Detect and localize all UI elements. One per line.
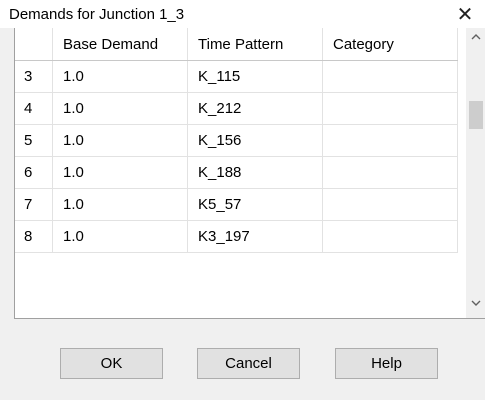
base-demand-cell[interactable]: 1.0: [52, 188, 188, 221]
table-row: 3 1.0 K_115: [15, 60, 458, 93]
category-cell[interactable]: [322, 188, 458, 221]
demands-grid: Base Demand Time Pattern Category 3 1.0 …: [14, 28, 485, 319]
window-title: Demands for Junction 1_3: [9, 6, 185, 23]
demands-table: Base Demand Time Pattern Category 3 1.0 …: [15, 28, 458, 253]
category-cell[interactable]: [322, 220, 458, 253]
vertical-scrollbar[interactable]: [466, 28, 485, 318]
title-bar: Demands for Junction 1_3 ✕: [0, 0, 485, 28]
row-index: 6: [15, 156, 53, 189]
category-cell[interactable]: [322, 92, 458, 125]
time-pattern-cell[interactable]: K_156: [187, 124, 323, 157]
chevron-up-icon[interactable]: [466, 30, 485, 50]
base-demand-cell[interactable]: 1.0: [52, 60, 188, 93]
row-index: 4: [15, 92, 53, 125]
base-demand-cell[interactable]: 1.0: [52, 156, 188, 189]
row-index: 5: [15, 124, 53, 157]
table-row: 5 1.0 K_156: [15, 124, 458, 157]
ok-button[interactable]: OK: [60, 348, 163, 379]
table-row: 8 1.0 K3_197: [15, 220, 458, 253]
scrollbar-thumb[interactable]: [469, 101, 483, 129]
row-index: 7: [15, 188, 53, 221]
table-row: 6 1.0 K_188: [15, 156, 458, 189]
table-header-row: Base Demand Time Pattern Category: [15, 28, 458, 61]
base-demand-cell[interactable]: 1.0: [52, 92, 188, 125]
chevron-down-icon[interactable]: [466, 296, 485, 316]
help-button[interactable]: Help: [335, 348, 438, 379]
base-demand-cell[interactable]: 1.0: [52, 220, 188, 253]
time-pattern-cell[interactable]: K_212: [187, 92, 323, 125]
row-index: 3: [15, 60, 53, 93]
column-header-time-pattern[interactable]: Time Pattern: [187, 28, 323, 61]
category-cell[interactable]: [322, 156, 458, 189]
row-index: 8: [15, 220, 53, 253]
category-cell[interactable]: [322, 124, 458, 157]
column-header-category[interactable]: Category: [322, 28, 458, 61]
time-pattern-cell[interactable]: K5_57: [187, 188, 323, 221]
category-cell[interactable]: [322, 60, 458, 93]
time-pattern-cell[interactable]: K_115: [187, 60, 323, 93]
column-header-index: [15, 28, 53, 61]
time-pattern-cell[interactable]: K3_197: [187, 220, 323, 253]
cancel-button[interactable]: Cancel: [197, 348, 300, 379]
table-row: 7 1.0 K5_57: [15, 188, 458, 221]
close-icon[interactable]: ✕: [445, 0, 485, 28]
base-demand-cell[interactable]: 1.0: [52, 124, 188, 157]
table-row: 4 1.0 K_212: [15, 92, 458, 125]
column-header-base-demand[interactable]: Base Demand: [52, 28, 188, 61]
time-pattern-cell[interactable]: K_188: [187, 156, 323, 189]
